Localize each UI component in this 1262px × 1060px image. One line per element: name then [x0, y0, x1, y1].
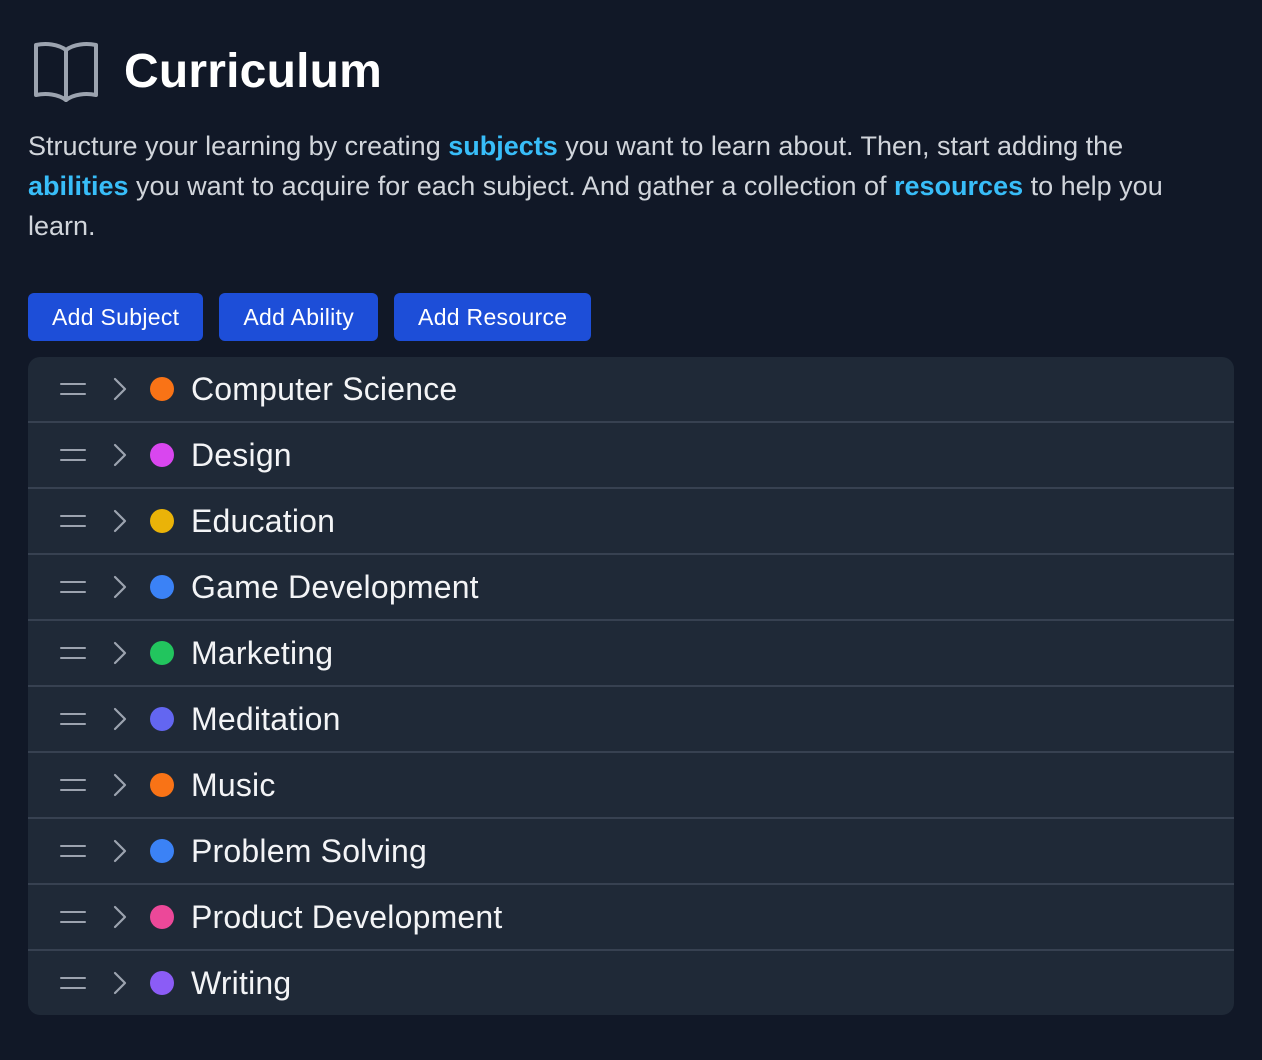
- drag-handle-icon[interactable]: [60, 911, 86, 923]
- subject-row[interactable]: Education: [28, 487, 1234, 553]
- subject-name[interactable]: Education: [191, 503, 335, 540]
- drag-handle-icon[interactable]: [60, 515, 86, 527]
- drag-handle-icon[interactable]: [60, 845, 86, 857]
- add-subject-button[interactable]: Add Subject: [28, 293, 204, 341]
- drag-handle-icon[interactable]: [60, 779, 86, 791]
- subject-color-dot: [150, 443, 174, 467]
- add-resource-button[interactable]: Add Resource: [394, 293, 592, 341]
- chevron-right-icon[interactable]: [112, 640, 128, 666]
- drag-handle-icon[interactable]: [60, 713, 86, 725]
- subject-name[interactable]: Meditation: [191, 701, 341, 738]
- subject-row[interactable]: Writing: [28, 949, 1234, 1015]
- drag-handle-icon[interactable]: [60, 647, 86, 659]
- subject-color-dot: [150, 575, 174, 599]
- chevron-right-icon[interactable]: [112, 706, 128, 732]
- drag-handle-icon[interactable]: [60, 581, 86, 593]
- subject-color-dot: [150, 509, 174, 533]
- intro-text: Structure your learning by creating subj…: [28, 131, 1163, 241]
- chevron-right-icon[interactable]: [112, 376, 128, 402]
- chevron-right-icon[interactable]: [112, 574, 128, 600]
- subject-row[interactable]: Marketing: [28, 619, 1234, 685]
- subject-row[interactable]: Computer Science: [28, 357, 1234, 421]
- add-ability-button[interactable]: Add Ability: [219, 293, 379, 341]
- subject-color-dot: [150, 839, 174, 863]
- chevron-right-icon[interactable]: [112, 772, 128, 798]
- subject-name[interactable]: Problem Solving: [191, 833, 427, 870]
- subject-name[interactable]: Game Development: [191, 569, 479, 606]
- page-title: Curriculum: [124, 44, 383, 98]
- subject-name[interactable]: Marketing: [191, 635, 333, 672]
- curriculum-page: Curriculum Structure your learning by cr…: [28, 36, 1234, 1015]
- subject-name[interactable]: Computer Science: [191, 371, 457, 408]
- chevron-right-icon[interactable]: [112, 838, 128, 864]
- abilities-link[interactable]: abilities: [28, 171, 129, 201]
- page-header: Curriculum: [28, 36, 1234, 106]
- subject-row[interactable]: Product Development: [28, 883, 1234, 949]
- chevron-right-icon[interactable]: [112, 970, 128, 996]
- drag-handle-icon[interactable]: [60, 449, 86, 461]
- subject-name[interactable]: Music: [191, 767, 276, 804]
- subject-row[interactable]: Design: [28, 421, 1234, 487]
- subjects-link[interactable]: subjects: [448, 131, 558, 161]
- subject-color-dot: [150, 641, 174, 665]
- subject-row[interactable]: Problem Solving: [28, 817, 1234, 883]
- subject-row[interactable]: Game Development: [28, 553, 1234, 619]
- resources-link[interactable]: resources: [894, 171, 1023, 201]
- subject-color-dot: [150, 377, 174, 401]
- subject-name[interactable]: Writing: [191, 965, 291, 1002]
- subject-color-dot: [150, 773, 174, 797]
- drag-handle-icon[interactable]: [60, 977, 86, 989]
- chevron-right-icon[interactable]: [112, 442, 128, 468]
- subject-color-dot: [150, 971, 174, 995]
- subject-row[interactable]: Music: [28, 751, 1234, 817]
- subject-name[interactable]: Product Development: [191, 899, 503, 936]
- subject-color-dot: [150, 905, 174, 929]
- chevron-right-icon[interactable]: [112, 904, 128, 930]
- subject-list: Computer Science Design Education Game Deve…: [28, 357, 1234, 1015]
- subject-row[interactable]: Meditation: [28, 685, 1234, 751]
- subject-color-dot: [150, 707, 174, 731]
- drag-handle-icon[interactable]: [60, 383, 86, 395]
- chevron-right-icon[interactable]: [112, 508, 128, 534]
- action-buttons: Add Subject Add Ability Add Resource: [28, 293, 1234, 341]
- subject-name[interactable]: Design: [191, 437, 292, 474]
- book-open-icon: [32, 39, 102, 103]
